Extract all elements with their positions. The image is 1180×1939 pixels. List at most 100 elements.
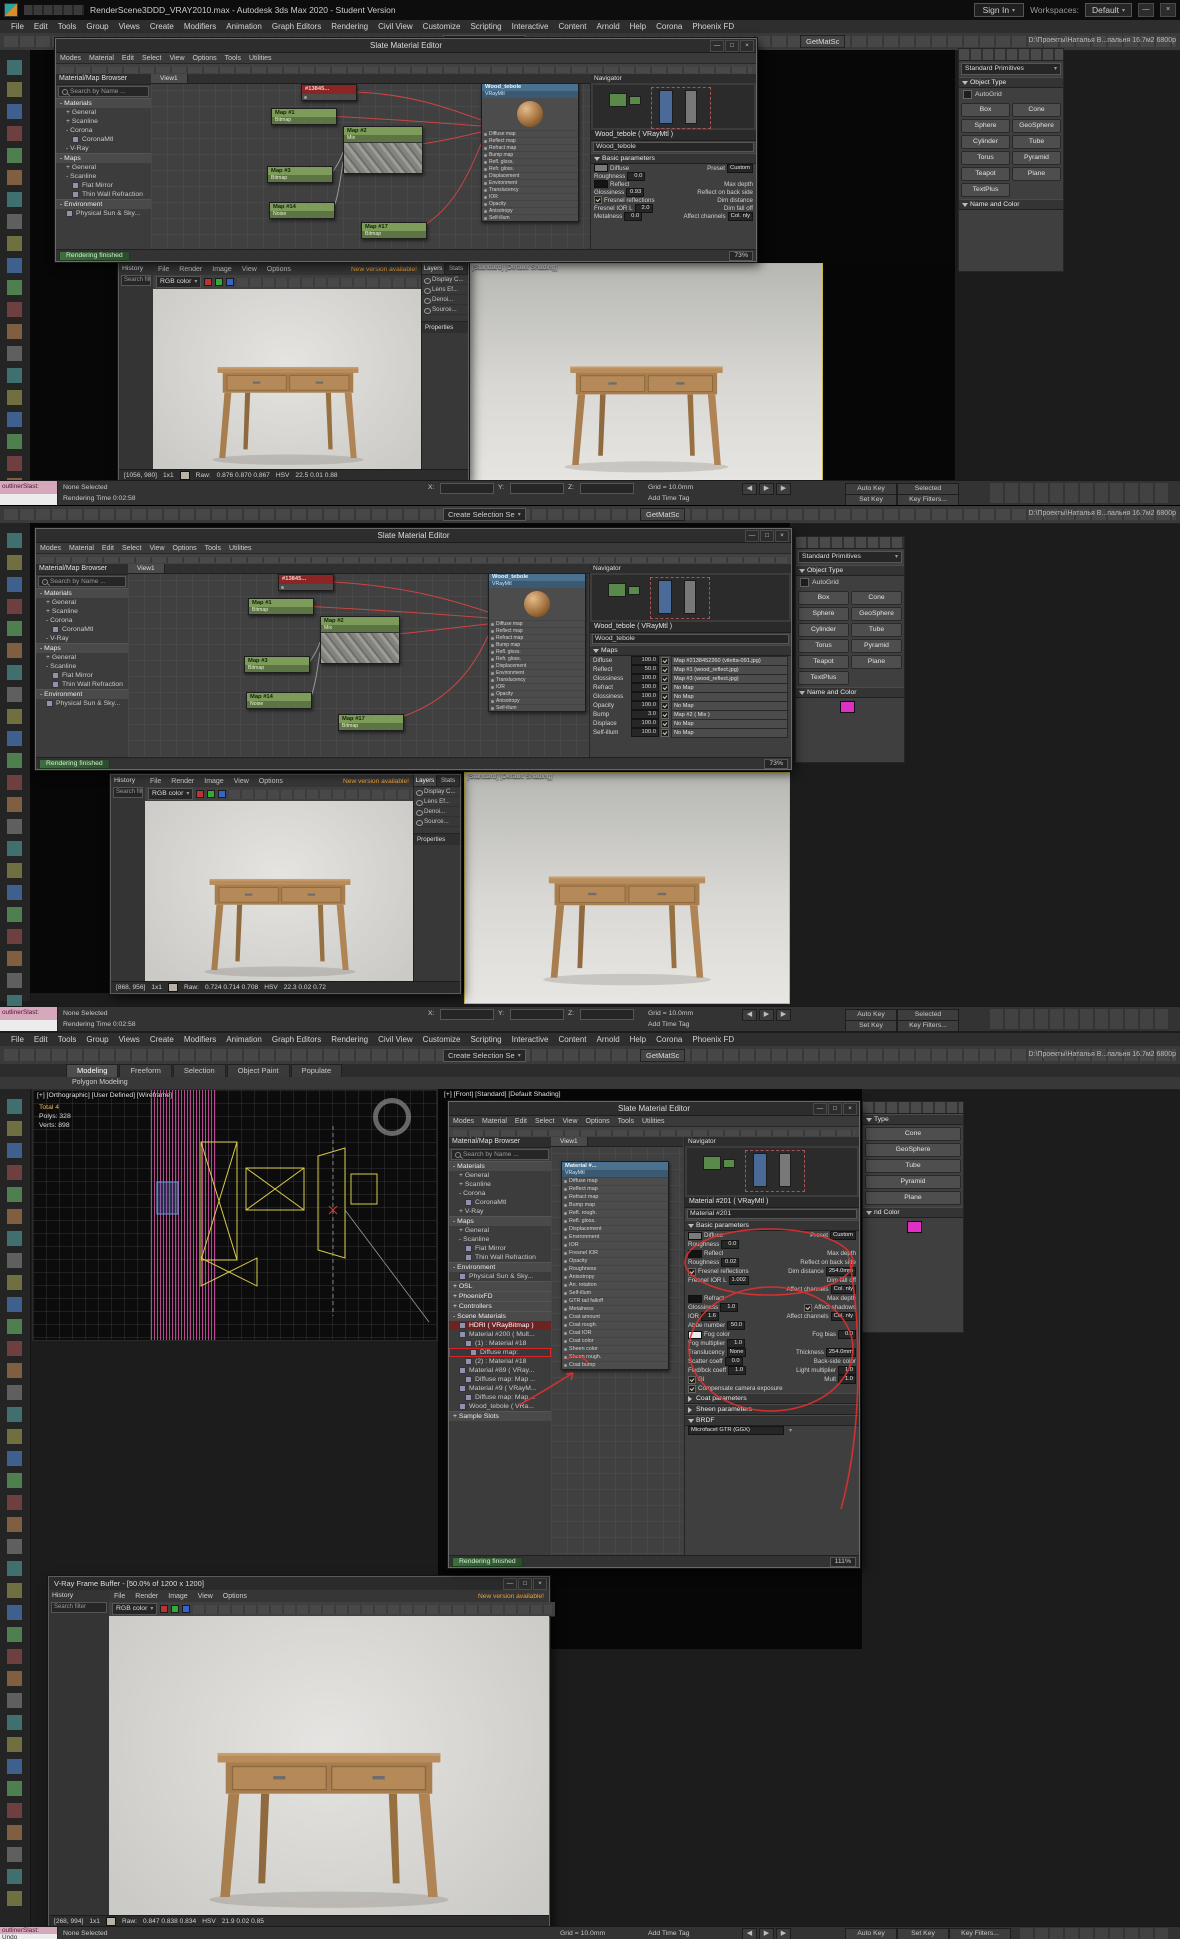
ribbon-tab[interactable]: Object Paint (226, 1064, 290, 1077)
object-type-button[interactable]: Box (961, 103, 1010, 117)
left-icon-toolbar[interactable] (0, 50, 31, 480)
key-filters-button[interactable]: Key Filters... (897, 494, 959, 505)
listener-white-line[interactable] (0, 1019, 57, 1031)
menu-item[interactable]: Scripting (465, 1035, 506, 1044)
menu-item[interactable]: Phoenix FD (687, 22, 739, 31)
layer-item[interactable]: Source... (422, 305, 468, 315)
left-icon-toolbar[interactable] (0, 523, 31, 1001)
menu-item[interactable]: File (153, 266, 174, 273)
maxscript-mini-listener[interactable]: outlinerSlast: (0, 481, 58, 505)
browser-tree-item[interactable]: Material #200 ( Mult... (449, 1330, 551, 1339)
material-slot[interactable]: Reflect map (482, 137, 578, 144)
object-type-rollout[interactable]: Type (863, 1114, 963, 1125)
prev-frame-button[interactable]: ◀ (742, 1928, 757, 1939)
menu-item[interactable]: Material (85, 55, 118, 62)
material-slot[interactable]: Bump map (562, 1201, 668, 1209)
object-type-button[interactable]: Cone (865, 1127, 961, 1141)
material-slot[interactable]: Metalness (562, 1305, 668, 1313)
material-slot[interactable]: Environment (489, 669, 585, 676)
browser-tree-item[interactable]: Diffuse map: (449, 1348, 551, 1357)
layer-item[interactable]: Display C... (414, 787, 460, 797)
material-slot[interactable]: Anisotropy (562, 1273, 668, 1281)
node-map3[interactable]: Map #3 Bitmap (267, 166, 333, 183)
menu-item[interactable]: Tools (614, 1118, 638, 1125)
node-map14-noise[interactable]: Map #14 Noise (246, 692, 312, 709)
browser-tree-item[interactable]: CoronaMtl (36, 625, 128, 634)
material-name-field[interactable]: Wood_tebole (592, 634, 789, 644)
menu-item[interactable]: Modes (449, 1118, 478, 1125)
param-value[interactable]: 0.0 (724, 1357, 743, 1366)
browser-tree-item[interactable]: - Corona (56, 126, 151, 135)
material-slot[interactable]: Refr. gloss. (482, 165, 578, 172)
menu-item[interactable]: View (193, 1593, 218, 1600)
vfb-tool-icons[interactable] (193, 1604, 552, 1614)
color-swatch[interactable] (688, 1249, 702, 1258)
getmat-button[interactable]: GetMatSc (640, 1049, 686, 1062)
map-button[interactable]: No Map (671, 727, 788, 738)
browser-tree-item[interactable]: + Sample Slots (449, 1411, 551, 1421)
blue-channel-icon[interactable] (226, 278, 235, 286)
vfb-titlebar[interactable]: V-Ray Frame Buffer - [50.0% of 1200 x 12… (49, 1577, 549, 1591)
param-value[interactable]: 1.0 (838, 1375, 856, 1384)
maxscript-mini-listener[interactable]: outlinerSlast: (0, 1007, 58, 1031)
map-enabled-checkbox[interactable] (661, 665, 669, 674)
map-enabled-checkbox[interactable] (661, 719, 669, 728)
menu-item[interactable]: Edit (118, 55, 138, 62)
menu-item[interactable]: Modifiers (179, 22, 221, 31)
close-button[interactable]: × (533, 1578, 547, 1590)
menu-item[interactable]: File (6, 22, 29, 31)
autogrid-checkbox[interactable] (963, 90, 972, 99)
node-map3[interactable]: Map #3 Bitmap (244, 656, 310, 673)
main-toolbar[interactable]: Create Selection Se▾ GetMatSc D:\Проекты… (0, 1046, 1180, 1065)
window-titlebar[interactable]: Slate Material Editor — □ × (56, 39, 756, 53)
material-slot[interactable]: Translucency (489, 676, 585, 683)
y-coordinate-field[interactable] (510, 483, 564, 494)
map-amount-field[interactable]: 100.0 (631, 728, 659, 737)
color-swatch[interactable] (594, 180, 608, 188)
viewport-navigation-icons[interactable] (990, 1009, 1170, 1029)
map-enabled-checkbox[interactable] (661, 701, 669, 710)
autogrid-checkbox[interactable] (800, 578, 809, 587)
param-value[interactable]: 0.0 (627, 171, 646, 181)
z-coordinate-field[interactable] (580, 1009, 634, 1020)
menu-item[interactable]: Edit (29, 1035, 53, 1044)
maximize-button[interactable]: □ (518, 1578, 532, 1590)
material-slot[interactable]: Displacement (482, 172, 578, 179)
menu-item[interactable]: Rendering (326, 22, 373, 31)
perspective-viewport[interactable]: [Standard] [Default Shading] (463, 771, 790, 1004)
browser-tree-item[interactable]: - Materials (449, 1161, 551, 1171)
checkbox[interactable] (804, 1303, 813, 1312)
green-channel-icon[interactable] (215, 278, 224, 286)
browser-tree-item[interactable]: - Maps (449, 1216, 551, 1226)
brdf-type-dropdown[interactable]: Microfacet GTR (GGX) (688, 1426, 784, 1435)
auto-key-button[interactable]: Auto Key (845, 1928, 897, 1939)
minimize-button[interactable]: — (710, 40, 724, 52)
param-value[interactable]: 1.0 (838, 1366, 856, 1375)
menu-item[interactable]: Render (166, 778, 199, 785)
browser-tree-item[interactable]: Physical Sun & Sky... (56, 209, 151, 218)
material-slot[interactable]: Bump map (482, 151, 578, 158)
menu-item[interactable]: Modes (56, 55, 85, 62)
color-swatch[interactable] (594, 164, 608, 172)
stats-tab[interactable]: Stats (437, 775, 460, 786)
browser-tree-item[interactable]: - Environment (36, 689, 128, 699)
object-type-button[interactable]: Cylinder (961, 135, 1010, 149)
material-slot[interactable]: Translucency (482, 186, 578, 193)
object-type-button[interactable]: TextPlus (961, 183, 1010, 197)
menu-item[interactable]: Options (169, 545, 201, 552)
param-value[interactable]: 0.02 (721, 1258, 740, 1267)
main-titlebar[interactable]: RenderScene3DDD_VRAY2010.max - Autodesk … (0, 0, 1180, 20)
viewport-navigation-icons[interactable] (1020, 1928, 1170, 1939)
browser-tree-item[interactable]: - Scanline (56, 172, 151, 181)
menu-item[interactable]: Select (531, 1118, 558, 1125)
zoom-value[interactable]: 111% (829, 1556, 856, 1567)
menu-item[interactable]: Tools (53, 1035, 82, 1044)
browser-tree-item[interactable]: - Scanline (36, 662, 128, 671)
material-slot[interactable]: Reflect map (489, 627, 585, 634)
node-slot[interactable] (302, 93, 356, 100)
add-time-tag[interactable]: Add Time Tag (648, 1930, 689, 1937)
viewport-label[interactable]: [Standard] [Default Shading] (467, 773, 552, 780)
menu-item[interactable]: Image (207, 266, 236, 273)
material-slot[interactable]: IOR (489, 683, 585, 690)
map-enabled-checkbox[interactable] (661, 656, 669, 665)
